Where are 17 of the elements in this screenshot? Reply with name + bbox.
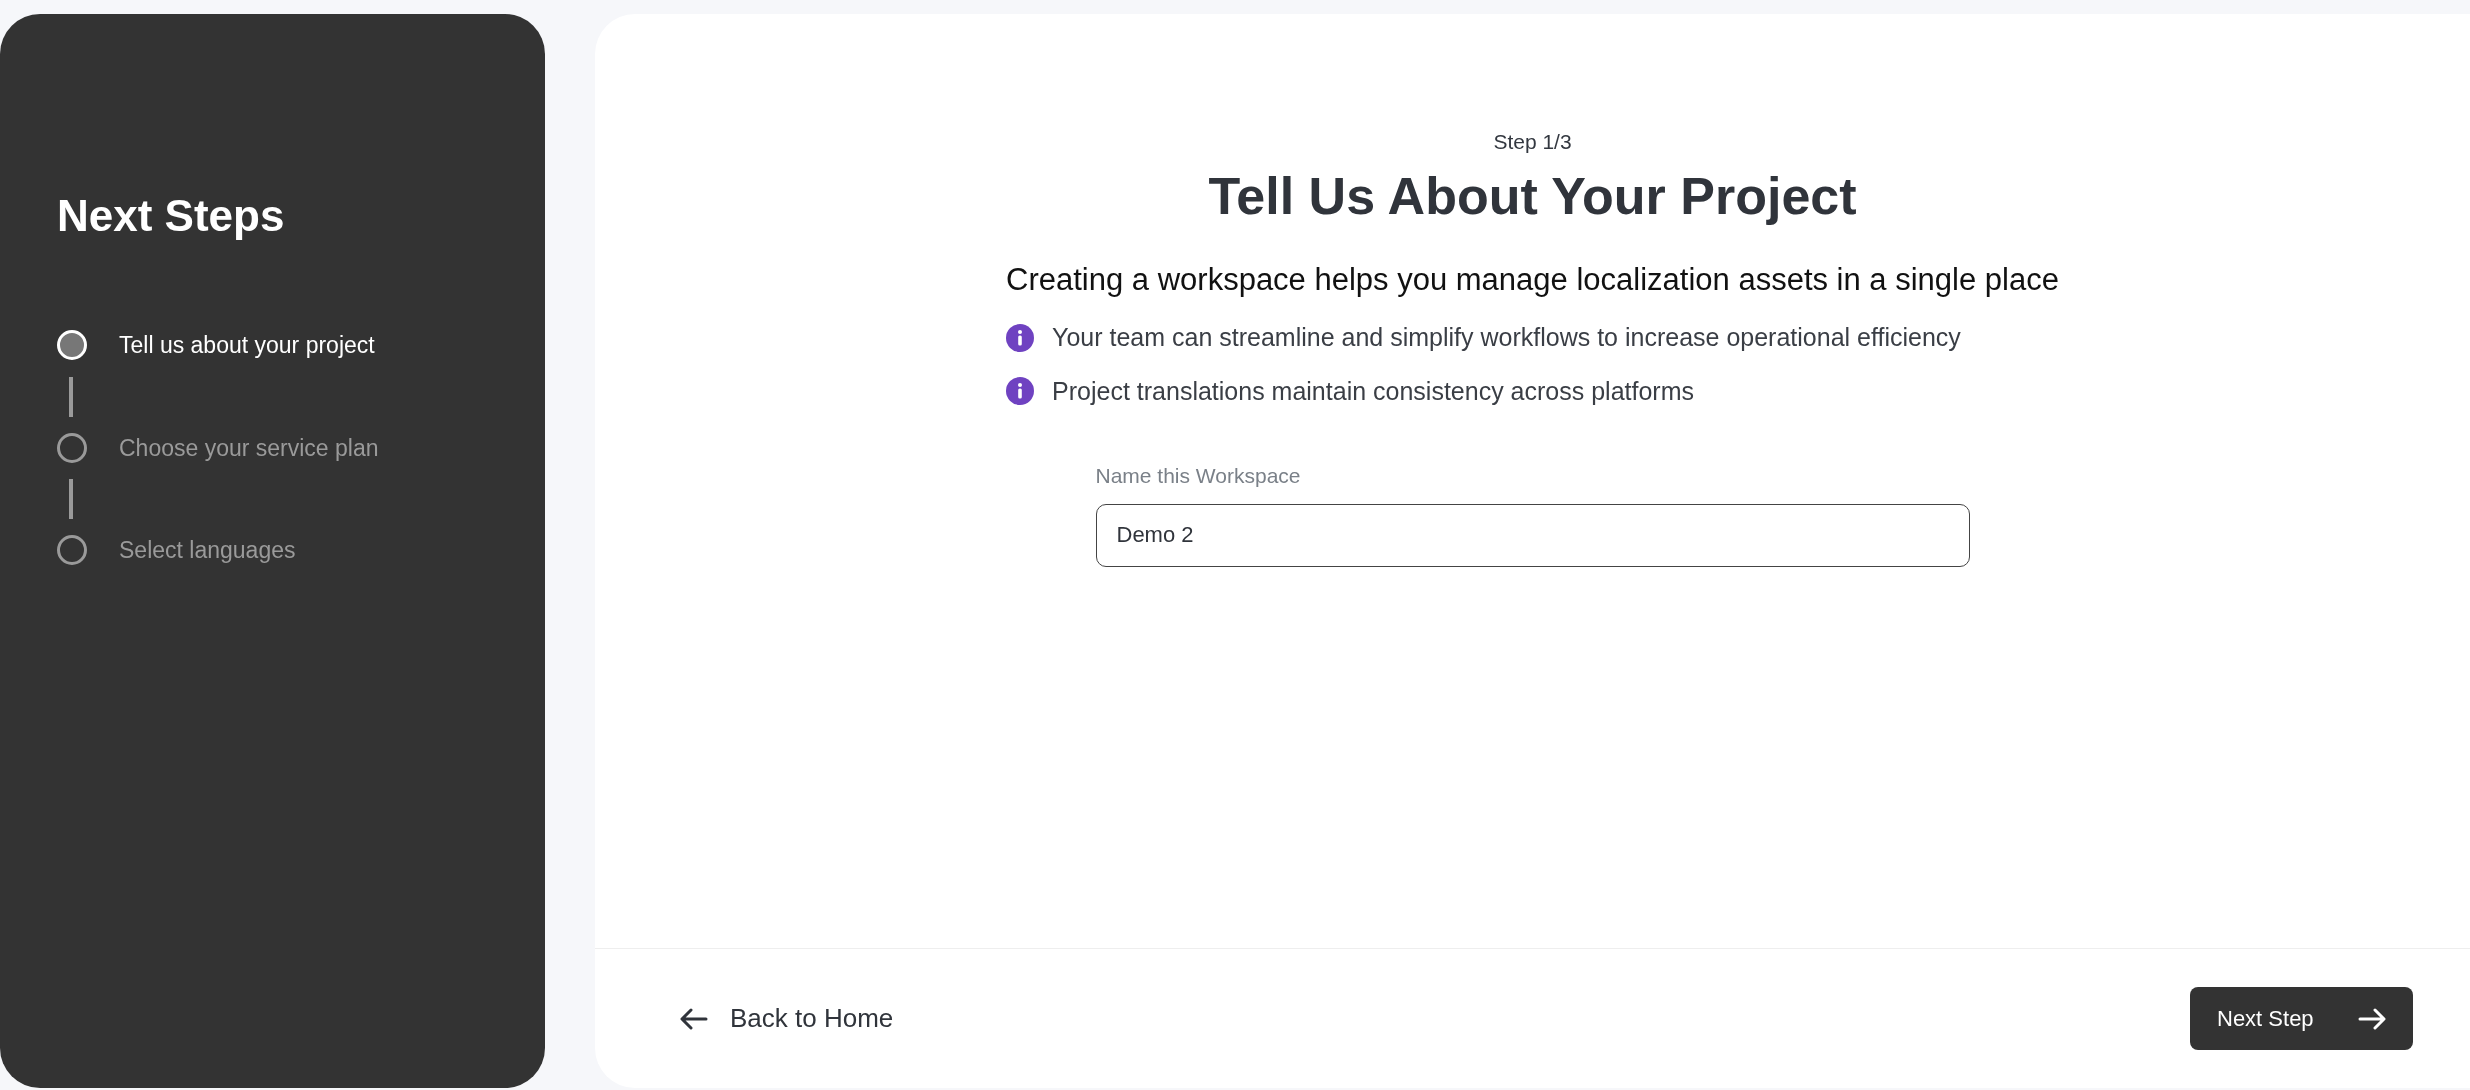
next-step-button[interactable]: Next Step [2190,987,2413,1050]
field-label: Name this Workspace [1095,463,1302,489]
step-label[interactable]: Choose your service plan [119,430,379,465]
bullet-text: Your team can streamline and simplify workflows to increase operational efficiency [1052,322,1961,353]
arrow-left-icon [680,1007,708,1030]
page-title: Tell Us About Your Project [1208,165,1857,227]
info-icon [1006,377,1035,406]
sidebar-title: Next Steps [57,194,286,238]
arrow-right-icon [2358,1007,2386,1030]
back-button[interactable]: Back to Home [680,999,894,1038]
step-label[interactable]: Select languages [119,533,296,568]
subtitle: Creating a workspace helps you manage localization assets in a single place [1006,260,2059,299]
step-counter: Step 1/3 [1493,129,1572,155]
step-label[interactable]: Tell us about your project [119,328,375,363]
bullet-text: Project translations maintain consistency across platforms [1052,375,1694,407]
workspace-name-field[interactable]: Demo 2 [1095,503,1970,567]
info-icon [1006,323,1035,352]
